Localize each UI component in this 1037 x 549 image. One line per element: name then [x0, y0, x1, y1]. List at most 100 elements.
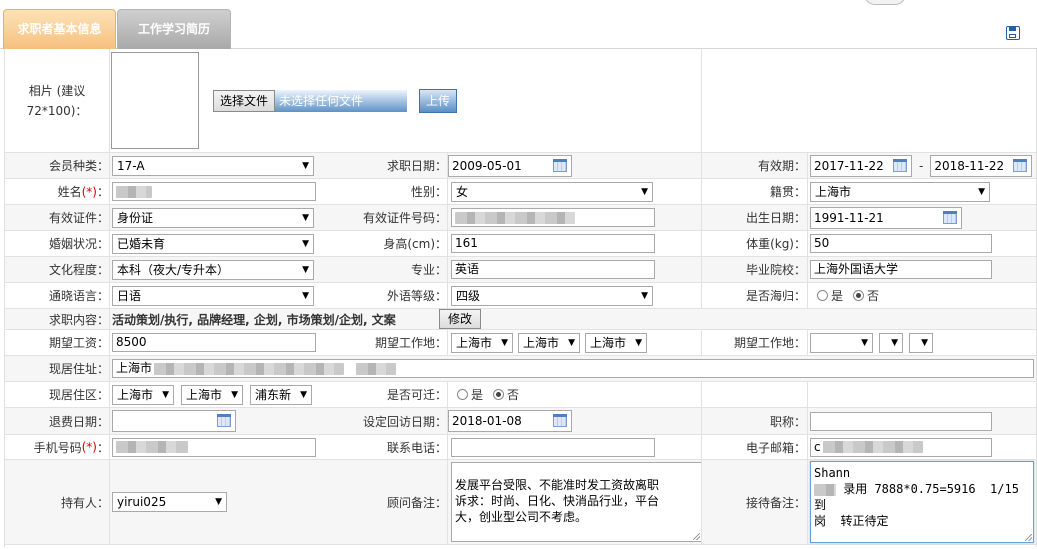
modify-button[interactable]: 修改 — [439, 309, 482, 329]
relocate-no-radio[interactable]: 否 — [493, 386, 519, 403]
marital-select[interactable]: 已婚未育 ▼ — [112, 233, 314, 254]
relocate-label: 是否可迁： — [386, 388, 447, 402]
work-place-city-select[interactable]: 上海市 ▼ — [518, 332, 580, 353]
job-title-label: 职称： — [769, 414, 806, 429]
work-place2-district-select[interactable]: ▼ — [909, 332, 933, 353]
jobseeker-form: 相片 (建议72*100)： 选择文件 未选择任何文件 上传 会员种类： 17-… — [4, 49, 1037, 547]
email-label: 电子邮箱： — [745, 440, 806, 455]
salary-label: 期望工资： — [48, 336, 109, 350]
calendar-icon[interactable] — [553, 414, 567, 427]
overseas-yes-radio[interactable]: 是 — [817, 287, 843, 304]
work-place2-province-select[interactable]: ▼ — [810, 332, 873, 353]
salary-input[interactable]: 8500 — [112, 333, 316, 352]
calendar-icon[interactable] — [217, 414, 231, 427]
row-member-type: 会员种类： 17-A ▼ 求职日期： 2009-05-01 有效期： 2017-1… — [5, 153, 1036, 179]
id-type-label: 有效证件： — [48, 211, 109, 225]
calendar-icon[interactable] — [943, 210, 957, 224]
language-select[interactable]: 日语 ▼ — [112, 285, 314, 306]
row-id: 有效证件： 身份证 ▼ 有效证件号码： 出生日期： 1991-11-21 — [5, 205, 1036, 231]
id-type-select[interactable]: 身份证 ▼ — [112, 207, 314, 228]
district-label: 现居住区： — [48, 388, 109, 402]
upload-button[interactable]: 上传 — [419, 88, 458, 113]
calendar-icon[interactable] — [553, 158, 567, 172]
photo-label: 相片 (建议72*100)： — [26, 83, 88, 118]
row-marital: 婚姻状况： 已婚未育 ▼ 身高(cm)： 161 体重(kg)： 50 — [5, 231, 1036, 257]
language-label: 通晓语言： — [48, 289, 109, 303]
photo-preview — [111, 52, 199, 149]
required-mark: (*) — [81, 184, 97, 199]
address-input[interactable]: 上海市 — [112, 359, 1034, 378]
photo-cell — [111, 49, 199, 152]
job-date-input[interactable]: 2009-05-01 — [448, 154, 572, 177]
birth-date-label: 出生日期： — [745, 211, 806, 225]
mobile-input[interactable] — [112, 437, 316, 457]
phone-input[interactable] — [451, 437, 655, 457]
district-province-select[interactable]: 上海市 ▼ — [112, 384, 174, 405]
advisor-note-label: 顾问备注： — [386, 495, 447, 510]
row-salary: 期望工资： 8500 期望工作地： 上海市 ▼ 上海市 ▼ 上海市 ▼ 期望工作地： … — [5, 330, 1036, 356]
valid-from-input[interactable]: 2017-11-22 — [810, 154, 912, 177]
work-place-province-select[interactable]: 上海市 ▼ — [451, 332, 513, 353]
visit-date-input[interactable]: 2018-01-08 — [448, 410, 572, 432]
refund-date-input[interactable] — [112, 410, 236, 432]
mobile-label: 手机号码 (*)： — [33, 440, 109, 455]
file-upload-group: 选择文件 未选择任何文件 上传 — [213, 49, 458, 152]
advisor-note-textarea[interactable]: 发展平台受限、不能准时发工资故离职 诉求：时尚、日化、快消品行业，平台 大，创业… — [451, 462, 702, 542]
tab-basic-info[interactable]: 求职者基本信息 — [3, 9, 116, 49]
marital-label: 婚姻状况： — [48, 237, 109, 251]
language-level-label: 外语等级： — [386, 289, 447, 303]
valid-period-label: 有效期： — [757, 159, 806, 173]
work-place-district-select[interactable]: 上海市 ▼ — [585, 332, 647, 353]
row-mobile: 手机号码 (*)： 联系电话： 电子邮箱： c — [5, 435, 1036, 460]
row-address: 现居住址： 上海市 — [5, 356, 1036, 382]
job-title-input[interactable] — [810, 411, 992, 431]
resize-grip[interactable] — [693, 533, 700, 540]
calendar-icon[interactable] — [1013, 158, 1028, 172]
work-place-label: 期望工作地： — [374, 336, 447, 350]
gender-select[interactable]: 女 ▼ — [451, 181, 653, 202]
native-place-label: 籍贯： — [769, 185, 806, 199]
row-job-content: 求职内容： 活动策划/执行, 品牌经理, 企划, 市场策划/企划, 文案 修改 — [5, 309, 1036, 330]
reception-note-label: 接待备注： — [745, 495, 806, 510]
save-icon[interactable] — [1006, 26, 1020, 40]
weight-input[interactable]: 50 — [810, 234, 992, 253]
file-status: 未选择任何文件 — [275, 89, 408, 112]
id-number-input[interactable] — [451, 208, 655, 227]
email-input[interactable]: c — [810, 437, 992, 457]
district-city-select[interactable]: 上海市 ▼ — [181, 384, 243, 405]
job-content-value: 活动策划/执行, 品牌经理, 企划, 市场策划/企划, 文案 — [112, 312, 396, 327]
owner-label: 持有人： — [60, 495, 109, 510]
school-label: 毕业院校： — [745, 263, 806, 277]
job-date-label: 求职日期： — [386, 159, 447, 173]
visit-date-label: 设定回访日期： — [362, 414, 447, 429]
reception-note-textarea[interactable]: Shann 录用 7888*0.75=5916 1/15到岗 转正待定 — [810, 461, 1034, 543]
valid-to-input[interactable]: 2018-11-22 — [930, 154, 1033, 177]
phone-label: 联系电话： — [386, 440, 447, 455]
school-input[interactable]: 上海外国语大学 — [810, 260, 992, 279]
language-level-select[interactable]: 四级 ▼ — [451, 285, 653, 306]
valid-separator: - — [919, 158, 924, 173]
work-place-label-2: 期望工作地： — [733, 336, 806, 350]
resize-grip[interactable] — [1025, 534, 1032, 541]
row-name: 姓名 (*)： 性别： 女 ▼ 籍贯： 上海市 ▼ — [5, 179, 1036, 205]
relocate-yes-radio[interactable]: 是 — [457, 386, 483, 403]
work-place2-city-select[interactable]: ▼ — [879, 332, 903, 353]
district-area-select[interactable]: 浦东新 ▼ — [250, 384, 312, 405]
education-select[interactable]: 本科（夜大/专升本） ▼ — [112, 259, 314, 280]
native-place-select[interactable]: 上海市 ▼ — [810, 181, 990, 202]
tab-bar: 求职者基本信息 工作学习简历 — [0, 0, 1037, 49]
owner-select[interactable]: yirui025 ▼ — [112, 492, 227, 512]
calendar-icon[interactable] — [893, 158, 907, 172]
name-input[interactable] — [112, 182, 316, 201]
choose-file-button[interactable]: 选择文件 — [213, 89, 276, 112]
major-input[interactable]: 英语 — [451, 260, 655, 279]
photo-row: 相片 (建议72*100)： 选择文件 未选择任何文件 上传 — [5, 49, 1036, 153]
height-input[interactable]: 161 — [451, 234, 655, 253]
top-decoration — [864, 0, 906, 5]
id-number-label: 有效证件号码： — [362, 211, 447, 225]
member-type-select[interactable]: 17-A ▼ — [112, 155, 314, 176]
birth-date-input[interactable]: 1991-11-21 — [810, 206, 962, 229]
row-language: 通晓语言： 日语 ▼ 外语等级： 四级 ▼ 是否海归： 是 否 — [5, 283, 1036, 309]
tab-work-study-resume[interactable]: 工作学习简历 — [117, 9, 231, 49]
overseas-no-radio[interactable]: 否 — [853, 287, 879, 304]
